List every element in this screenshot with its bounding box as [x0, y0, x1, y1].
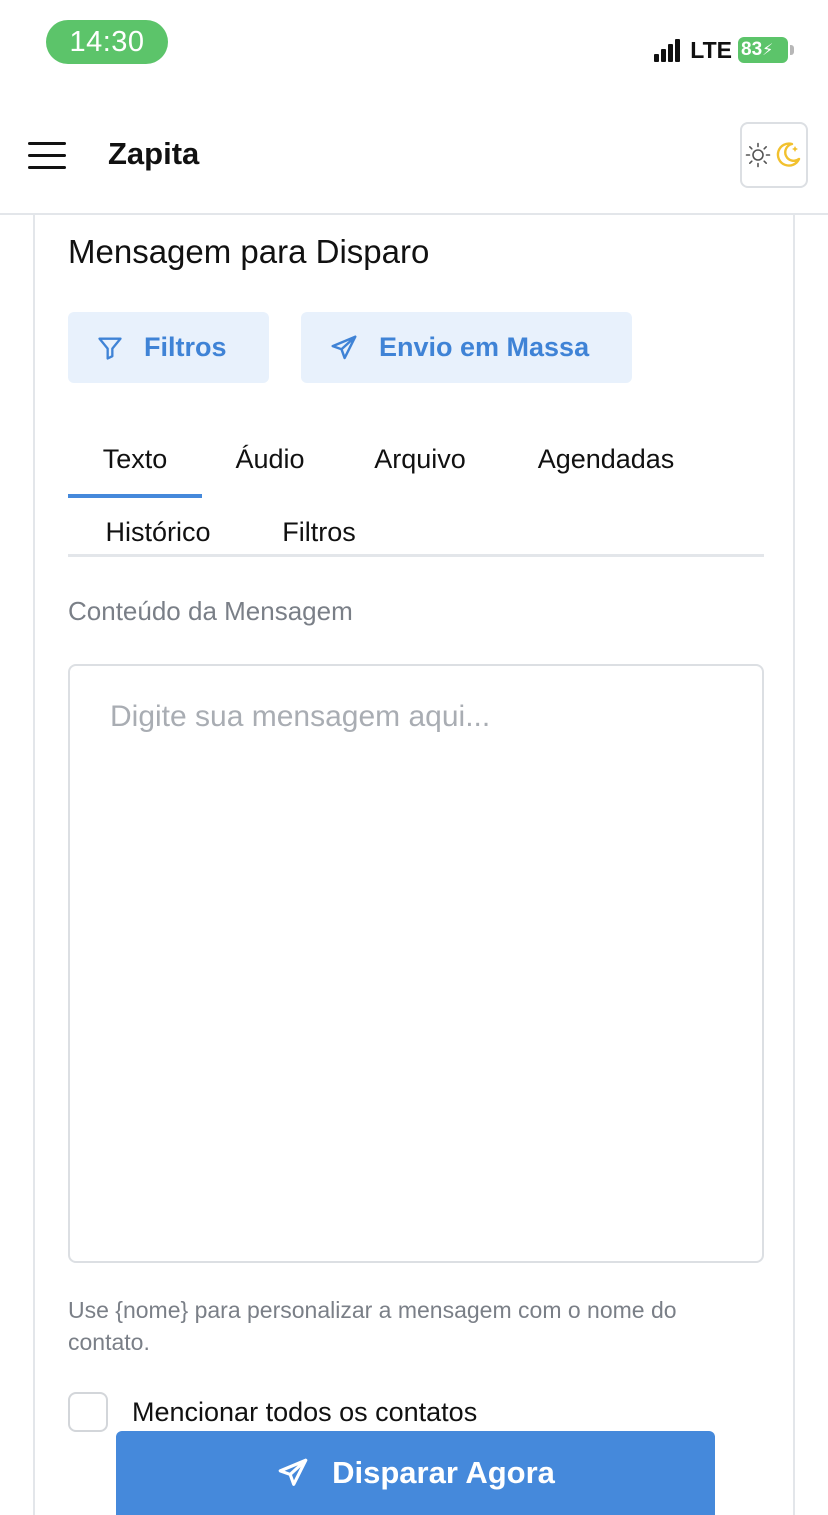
- tabs-divider: [68, 554, 764, 557]
- personalization-hint: Use {nome} para personalizar a mensagem …: [68, 1297, 677, 1355]
- tab-arquivo[interactable]: Arquivo: [358, 430, 482, 498]
- send-now-button-label: Disparar Agora: [332, 1455, 555, 1490]
- message-card: Mensagem para Disparo Filtros Envio em M…: [33, 215, 795, 1515]
- status-bar: 14:30 LTE 83⚡: [0, 0, 828, 100]
- battery-level: 83: [741, 39, 763, 60]
- app-header: Zapita: [0, 100, 828, 215]
- battery-tip: [790, 45, 794, 55]
- tab-historico[interactable]: Histórico: [84, 503, 232, 571]
- tab-filtros[interactable]: Filtros: [264, 503, 374, 571]
- filters-button-label: Filtros: [144, 332, 227, 362]
- send-icon: [331, 335, 357, 359]
- filters-button[interactable]: Filtros: [68, 312, 269, 383]
- tab-texto[interactable]: Texto: [68, 430, 202, 498]
- status-time: 14:30: [46, 20, 168, 64]
- bulk-send-button[interactable]: Envio em Massa: [301, 312, 632, 383]
- network-type: LTE: [690, 36, 732, 63]
- message-tabs: Texto Áudio Arquivo Agendadas Histórico …: [68, 420, 764, 560]
- hamburger-icon[interactable]: [28, 138, 68, 172]
- send-now-button[interactable]: Disparar Agora: [116, 1431, 715, 1515]
- filter-icon: [98, 337, 122, 360]
- sun-icon: [745, 142, 771, 168]
- status-indicators: LTE 83⚡: [654, 36, 794, 64]
- bulk-send-button-label: Envio em Massa: [379, 332, 590, 362]
- battery-icon: 83⚡: [738, 37, 788, 63]
- tab-agendadas[interactable]: Agendadas: [518, 430, 694, 498]
- mention-all-checkbox[interactable]: [68, 1392, 108, 1432]
- tab-audio[interactable]: Áudio: [218, 430, 322, 498]
- mention-all-label: Mencionar todos os contatos: [132, 1397, 478, 1427]
- message-label: Conteúdo da Mensagem: [68, 596, 353, 626]
- send-icon: [278, 1458, 308, 1486]
- moon-icon: [776, 142, 801, 167]
- signal-icon: [654, 38, 681, 62]
- theme-toggle-button[interactable]: [740, 122, 808, 188]
- message-textarea[interactable]: [68, 664, 764, 1263]
- section-title: Mensagem para Disparo: [68, 233, 430, 270]
- app-title: Zapita: [108, 136, 200, 171]
